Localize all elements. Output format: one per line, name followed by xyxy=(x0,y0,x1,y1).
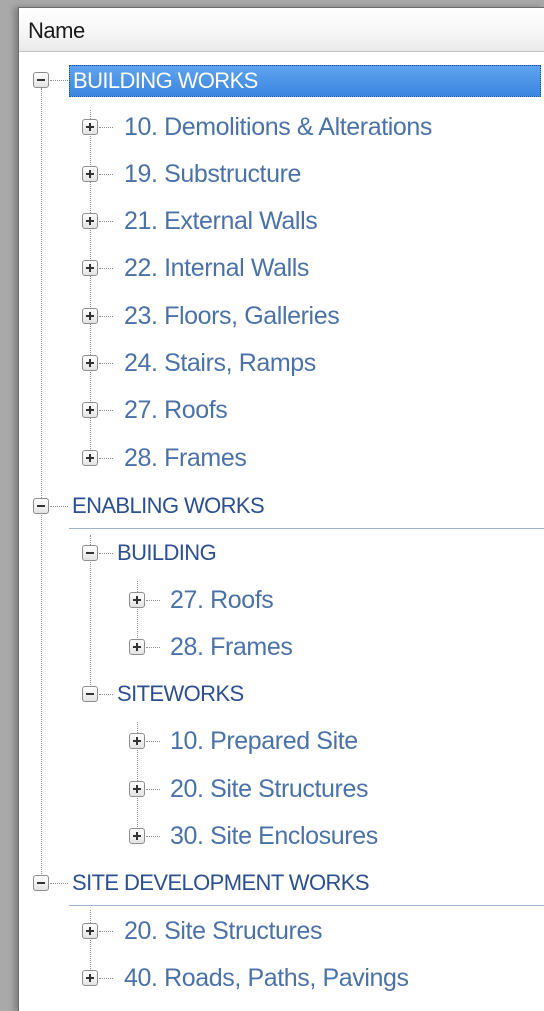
tree-node-label[interactable]: 20. Site Structures xyxy=(124,916,322,946)
tree-node-label[interactable]: SITE DEVELOPMENT WORKS xyxy=(69,868,372,898)
tree-node-demolitions[interactable]: 10. Demolitions & Alterations xyxy=(19,105,544,149)
tree-node-label[interactable]: 30. Site Enclosures xyxy=(170,821,378,851)
tree-node-enabling-building[interactable]: BUILDING xyxy=(19,531,544,575)
tree-node-label[interactable]: 19. Substructure xyxy=(124,159,301,189)
expand-toggle-icon[interactable] xyxy=(129,733,145,749)
expand-toggle-icon[interactable] xyxy=(129,828,145,844)
tree-node-internal-walls[interactable]: 22. Internal Walls xyxy=(19,246,544,290)
tree-node-prepared-site[interactable]: 10. Prepared Site xyxy=(19,719,544,763)
expand-toggle-icon[interactable] xyxy=(129,592,145,608)
collapse-toggle-icon[interactable] xyxy=(33,875,49,891)
collapse-toggle-icon[interactable] xyxy=(33,72,49,88)
column-header-name[interactable]: Name xyxy=(19,8,544,52)
collapse-toggle-icon[interactable] xyxy=(33,498,49,514)
expand-toggle-icon[interactable] xyxy=(129,639,145,655)
tree-node-label[interactable]: 27. Roofs xyxy=(170,585,274,615)
tree-node-floors-galleries[interactable]: 23. Floors, Galleries xyxy=(19,294,544,338)
tree-node-substructure[interactable]: 19. Substructure xyxy=(19,152,544,196)
tree-view: Name BUILDING WORKS 10. Demolitions & Al… xyxy=(18,7,544,1011)
tree-node-site-enclosures[interactable]: 30. Site Enclosures xyxy=(19,814,544,858)
group-divider xyxy=(69,905,544,906)
expand-toggle-icon[interactable] xyxy=(82,402,98,418)
collapse-toggle-icon[interactable] xyxy=(82,545,98,561)
tree-node-label[interactable]: 23. Floors, Galleries xyxy=(124,301,340,331)
tree-node-label[interactable]: 40. Roads, Paths, Pavings xyxy=(124,963,409,993)
tree-node-external-walls[interactable]: 21. External Walls xyxy=(19,199,544,243)
expand-toggle-icon[interactable] xyxy=(129,781,145,797)
tree-node-label[interactable]: 22. Internal Walls xyxy=(124,253,309,283)
tree-node-label[interactable]: BUILDING xyxy=(114,538,219,568)
expand-toggle-icon[interactable] xyxy=(82,923,98,939)
tree-node-sd-site-structures[interactable]: 20. Site Structures xyxy=(19,909,544,953)
tree-node-stairs-ramps[interactable]: 24. Stairs, Ramps xyxy=(19,341,544,385)
tree-node-label[interactable]: 28. Frames xyxy=(170,632,293,662)
tree-node-enabling-frames[interactable]: 28. Frames xyxy=(19,625,544,669)
expand-toggle-icon[interactable] xyxy=(82,119,98,135)
tree-node-label[interactable]: SITEWORKS xyxy=(114,679,247,709)
tree-node-label[interactable]: 24. Stairs, Ramps xyxy=(124,348,316,378)
expand-toggle-icon[interactable] xyxy=(82,260,98,276)
expand-toggle-icon[interactable] xyxy=(82,213,98,229)
tree-node-label[interactable]: 21. External Walls xyxy=(124,206,318,236)
tree-node-label[interactable]: ENABLING WORKS xyxy=(69,491,267,521)
tree-node-site-structures[interactable]: 20. Site Structures xyxy=(19,767,544,811)
tree-node-building-works[interactable]: BUILDING WORKS xyxy=(19,58,544,102)
tree-node-label[interactable]: 27. Roofs xyxy=(124,395,228,425)
tree-node-siteworks[interactable]: SITEWORKS xyxy=(19,672,544,716)
column-header-label: Name xyxy=(28,18,85,43)
tree-node-enabling-works[interactable]: ENABLING WORKS xyxy=(19,484,544,528)
tree-node-roads-paths-pavings[interactable]: 40. Roads, Paths, Pavings xyxy=(19,956,544,1000)
group-divider xyxy=(69,528,544,529)
tree-node-frames[interactable]: 28. Frames xyxy=(19,436,544,480)
tree-node-enabling-roofs[interactable]: 27. Roofs xyxy=(19,578,544,622)
expand-toggle-icon[interactable] xyxy=(82,450,98,466)
expand-toggle-icon[interactable] xyxy=(82,355,98,371)
tree-node-site-development-works[interactable]: SITE DEVELOPMENT WORKS xyxy=(19,861,544,905)
expand-toggle-icon[interactable] xyxy=(82,970,98,986)
tree-node-label[interactable]: 10. Demolitions & Alterations xyxy=(124,112,432,142)
expand-toggle-icon[interactable] xyxy=(82,166,98,182)
collapse-toggle-icon[interactable] xyxy=(82,686,98,702)
expand-toggle-icon[interactable] xyxy=(82,308,98,324)
tree-node-label[interactable]: 20. Site Structures xyxy=(170,774,368,804)
tree-node-label[interactable]: BUILDING WORKS xyxy=(69,65,541,97)
tree-node-label[interactable]: 10. Prepared Site xyxy=(170,726,358,756)
tree-node-roofs[interactable]: 27. Roofs xyxy=(19,388,544,432)
tree-node-label[interactable]: 28. Frames xyxy=(124,443,247,473)
